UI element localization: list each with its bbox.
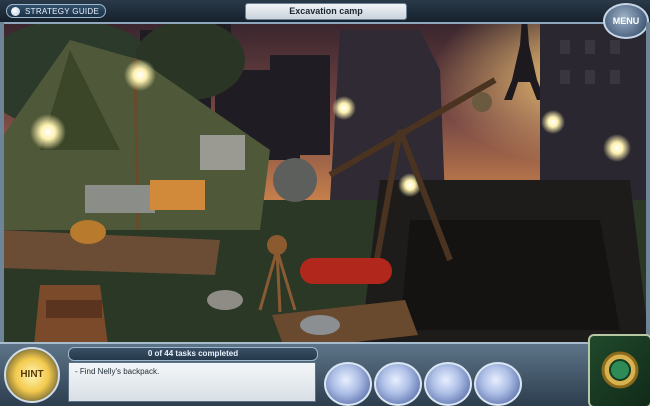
pit-shadow — [400, 220, 620, 330]
tasks-progress: 0 of 44 tasks completed — [68, 347, 318, 361]
hint-button[interactable]: HINT — [4, 347, 60, 403]
backpack-pocket — [46, 300, 102, 318]
right-frame — [646, 22, 650, 342]
shovel[interactable] — [300, 315, 340, 335]
machine-fan[interactable] — [273, 158, 317, 202]
guide-icon — [11, 7, 20, 16]
red-cylinder[interactable] — [300, 258, 392, 284]
generator[interactable] — [85, 185, 155, 213]
strategy-guide-button[interactable]: STRATEGY GUIDE — [6, 4, 106, 18]
metal-barrel[interactable] — [200, 135, 245, 170]
inventory-slot-1[interactable] — [324, 362, 372, 406]
task-item: - Find Nelly's backpack. — [75, 367, 160, 376]
task-list: - Find Nelly's backpack. — [68, 362, 316, 402]
bucket[interactable] — [70, 220, 106, 244]
game-screen: STRATEGY GUIDE Excavation camp MENU HINT… — [0, 0, 650, 406]
menu-button[interactable]: MENU — [603, 3, 649, 39]
location-title: Excavation camp — [245, 3, 407, 20]
amulet-icon[interactable] — [588, 334, 650, 406]
orange-canister[interactable] — [150, 180, 205, 210]
inventory-slot-4[interactable] — [474, 362, 522, 406]
inventory-slot-3[interactable] — [424, 362, 472, 406]
amulet-svg — [601, 351, 639, 389]
left-frame — [0, 22, 4, 342]
crane-pulley[interactable] — [472, 92, 492, 112]
metal-lantern[interactable] — [207, 290, 243, 310]
inventory-slot-2[interactable] — [374, 362, 422, 406]
tripod-head[interactable] — [267, 235, 287, 255]
strategy-guide-label: STRATEGY GUIDE — [25, 7, 100, 16]
